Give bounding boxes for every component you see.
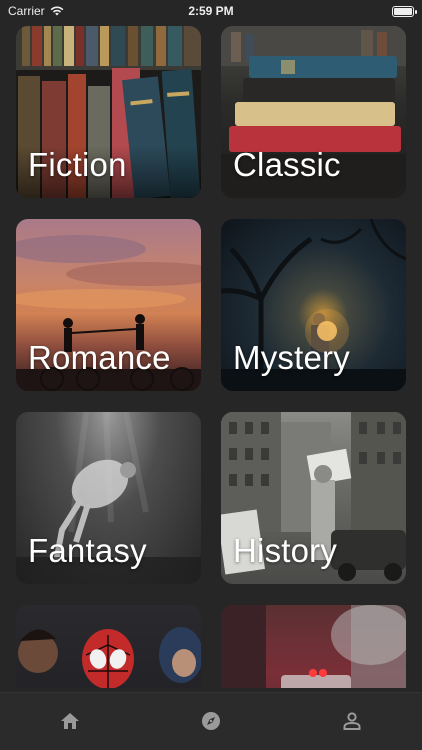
tab-bar: [0, 692, 422, 750]
heroes-image: [16, 605, 201, 688]
category-card-romance[interactable]: Romance: [16, 219, 201, 391]
status-bar: Carrier 2:59 PM: [0, 0, 422, 22]
tab-profile[interactable]: [322, 709, 382, 733]
category-label: Classic: [233, 146, 341, 183]
category-label: Romance: [28, 339, 171, 376]
category-label: Fiction: [28, 146, 127, 183]
category-label: Fantasy: [28, 532, 147, 569]
compass-icon: [201, 712, 220, 730]
category-card-history[interactable]: History: [221, 412, 406, 584]
category-label: History: [233, 532, 338, 569]
category-card-fiction[interactable]: Fiction: [16, 26, 201, 198]
status-time: 2:59 PM: [188, 4, 234, 18]
tab-explore[interactable]: [181, 709, 241, 733]
category-card-fantasy[interactable]: Fantasy: [16, 412, 201, 584]
category-label: Mystery: [233, 339, 350, 376]
tab-home[interactable]: [40, 709, 100, 733]
battery-icon: [392, 5, 417, 17]
category-card-classic[interactable]: Classic: [221, 26, 406, 198]
home-icon: [61, 713, 80, 729]
category-card-mystery[interactable]: Mystery: [221, 219, 406, 391]
street-image: [221, 605, 406, 688]
profile-icon: [343, 712, 361, 730]
category-card-street[interactable]: [221, 605, 406, 688]
category-grid: Fiction Classic Romance Mystery Fantasy …: [16, 26, 406, 688]
category-card-heroes[interactable]: [16, 605, 201, 688]
